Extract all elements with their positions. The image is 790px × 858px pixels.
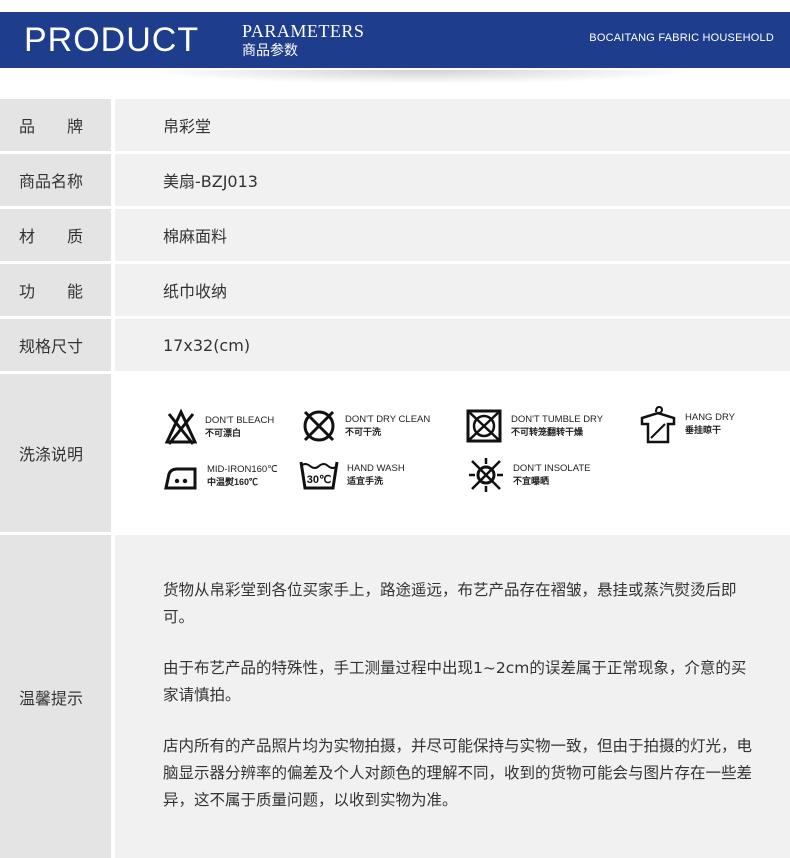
param-label: 商品名称 (19, 172, 84, 191)
tip-paragraph: 由于布艺产品的特殊性，手工测量过程中出现1~2cm的误差属于正常现象，介意的买家… (163, 659, 747, 704)
no-insolate-icon (469, 458, 503, 492)
hand-wash-icon: 30℃ (299, 461, 339, 490)
param-label: 规格尺寸 (19, 337, 84, 356)
header-subtitle-en: PARAMETERS (242, 21, 365, 41)
no-dry-clean-icon (303, 410, 335, 442)
hand-wash-temp: 30℃ (307, 474, 332, 486)
care-en: DON'T INSOLATE (513, 463, 591, 474)
param-label: 品 牌 (19, 117, 84, 136)
header-shadow (140, 70, 700, 84)
header-brand: BOCAITANG FABRIC HOUSEHOLD (589, 32, 774, 44)
param-value: 美扇-BZJ013 (163, 172, 258, 191)
care-cn: 中温熨160℃ (207, 477, 259, 487)
header-title: PRODUCT (24, 21, 200, 59)
care-cn: 适宜手洗 (347, 476, 384, 486)
care-cn: 不可干洗 (345, 427, 382, 437)
param-row-brand: 品 牌 帛彩堂 (0, 99, 790, 151)
care-icons-area: DON'T BLEACH 不可漂白 DON'T DRY CLEAN 不可干洗 DON… (115, 374, 790, 532)
param-value-cell: 棉麻面料 (115, 209, 790, 261)
param-value: 17x32(cm) (163, 335, 251, 355)
care-item-no-tumble-dry: DON'T TUMBLE DRY 不可转笼翻转干燥 (465, 408, 603, 444)
param-value: 棉麻面料 (163, 227, 228, 246)
care-en: DON'T DRY CLEAN (345, 414, 431, 425)
param-label-cell: 功 能 (0, 264, 111, 316)
param-row-material: 材 质 棉麻面料 (0, 209, 790, 261)
param-row-function: 功 能 纸巾收纳 (0, 264, 790, 316)
param-row-name: 商品名称 美扇-BZJ013 (0, 154, 790, 206)
care-cn: 不宜曝晒 (513, 476, 550, 486)
param-row-size: 规格尺寸 17x32(cm) (0, 319, 790, 371)
param-value-cell: 美扇-BZJ013 (115, 154, 790, 206)
header-banner: PRODUCT PARAMETERS 商品参数 BOCAITANG FABRIC… (0, 12, 790, 68)
tip-paragraph: 货物从帛彩堂到各位买家手上，路途遥远，布艺产品存在褶皱，悬挂或蒸汽熨烫后即可。 (163, 581, 737, 626)
care-item-iron: MID-IRON160℃ 中温熨160℃ (163, 460, 278, 492)
tips-label-cell: 温馨提示 (0, 535, 111, 858)
care-item-hand-wash: 30℃ HAND WASH 适宜手洗 (299, 458, 405, 492)
tip-paragraph: 店内所有的产品照片均为实物拍摄，并尽可能保持与实物一致，但由于拍摄的灯光，电脑显… (163, 737, 753, 809)
param-value-cell: 17x32(cm) (115, 319, 790, 371)
care-item-hang-dry: HANG DRY 垂挂晾干 (639, 404, 735, 444)
no-tumble-dry-icon (466, 409, 502, 443)
care-en: MID-IRON160℃ (207, 464, 278, 475)
care-item-no-bleach: DON'T BLEACH 不可漂白 (165, 408, 274, 446)
care-item-no-insolate: DON'T INSOLATE 不宜曝晒 (467, 456, 590, 494)
tips-label: 温馨提示 (19, 688, 84, 708)
header-subtitle-cn: 商品参数 (242, 43, 298, 59)
care-en: HANG DRY (685, 412, 735, 423)
hang-dry-icon (640, 405, 676, 444)
iron-icon (164, 467, 197, 490)
param-value: 纸巾收纳 (163, 282, 228, 301)
param-label-cell: 品 牌 (0, 99, 111, 151)
param-value-cell: 帛彩堂 (115, 99, 790, 151)
no-bleach-icon (165, 408, 197, 445)
care-en: DON'T BLEACH (205, 415, 275, 426)
care-en: HAND WASH (347, 463, 405, 474)
care-row: 洗涤说明 DON'T BLEACH 不可漂白 DON'T DRY CLEAN 不可干… (0, 374, 790, 532)
care-item-no-dry-clean: DON'T DRY CLEAN 不可干洗 (301, 408, 430, 444)
care-cn: 垂挂晾干 (685, 425, 722, 435)
param-label: 材 质 (19, 227, 84, 246)
care-cn: 不可漂白 (205, 428, 242, 438)
param-value-cell: 纸巾收纳 (115, 264, 790, 316)
param-label-cell: 商品名称 (0, 154, 111, 206)
param-label-cell: 规格尺寸 (0, 319, 111, 371)
care-label: 洗涤说明 (19, 445, 84, 464)
param-label: 功 能 (19, 282, 84, 301)
care-label-cell: 洗涤说明 (0, 374, 111, 532)
care-cn: 不可转笼翻转干燥 (511, 427, 584, 437)
tips-row: 温馨提示 货物从帛彩堂到各位买家手上，路途遥远，布艺产品存在褶皱，悬挂或蒸汽熨烫… (0, 535, 790, 858)
param-label-cell: 材 质 (0, 209, 111, 261)
care-en: DON'T TUMBLE DRY (511, 414, 604, 425)
tips-content: 货物从帛彩堂到各位买家手上，路途遥远，布艺产品存在褶皱，悬挂或蒸汽熨烫后即可。 … (115, 535, 790, 858)
param-value: 帛彩堂 (163, 117, 212, 136)
